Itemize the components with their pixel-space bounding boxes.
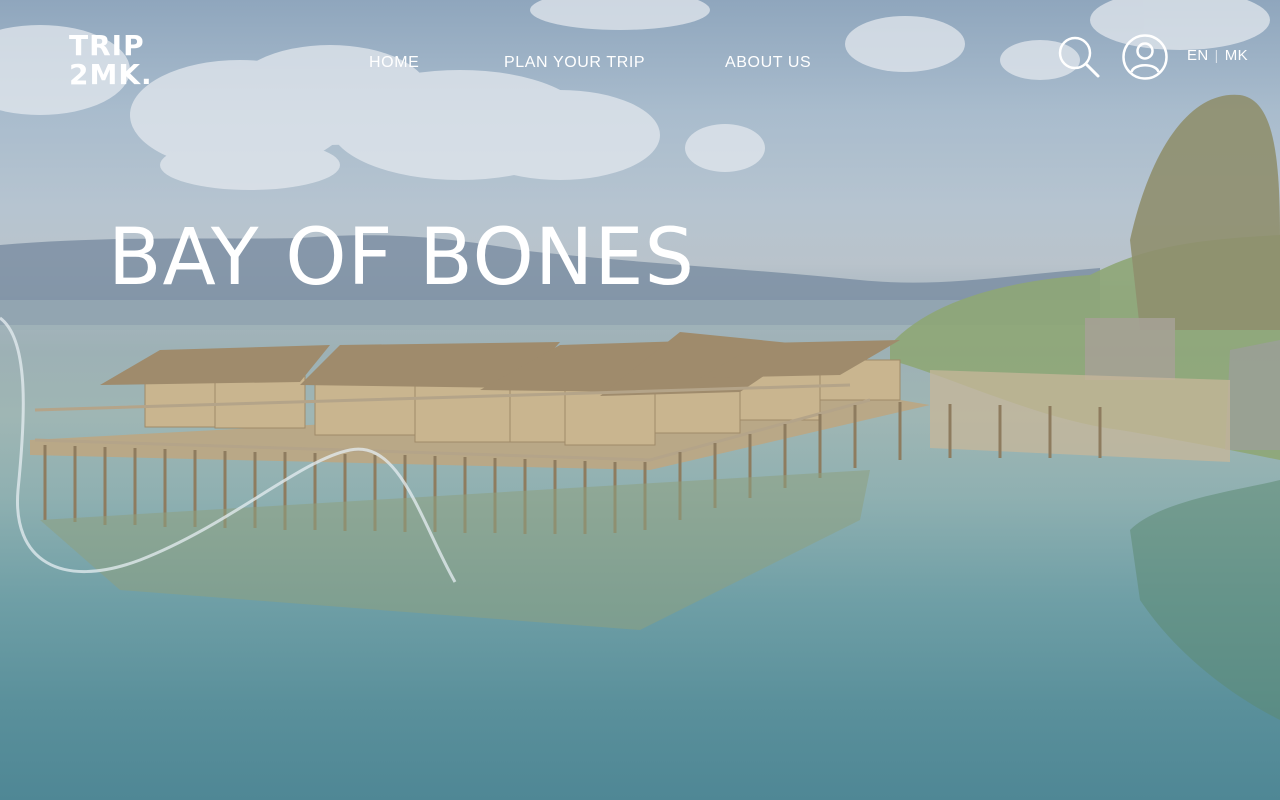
hero-section: TRIP 2MK. HOME PLAN YOUR TRIP ABOUT US E…: [0, 0, 1280, 800]
language-switcher: EN | MK: [1187, 47, 1248, 64]
language-mk[interactable]: MK: [1225, 47, 1248, 64]
nav-home-link[interactable]: HOME: [369, 54, 419, 72]
search-icon: [1058, 36, 1100, 78]
hero-background-image: [0, 0, 1280, 720]
site-logo[interactable]: TRIP 2MK.: [69, 31, 153, 89]
user-circle-icon: [1122, 34, 1168, 80]
nav-about-us-link[interactable]: ABOUT US: [725, 54, 811, 72]
hero-title: BAY OF BONES: [108, 213, 695, 303]
language-en[interactable]: EN: [1187, 47, 1209, 64]
search-button[interactable]: [1056, 34, 1102, 80]
language-separator: |: [1214, 47, 1219, 63]
nav-plan-your-trip-link[interactable]: PLAN YOUR TRIP: [504, 54, 645, 72]
account-button[interactable]: [1121, 33, 1169, 81]
